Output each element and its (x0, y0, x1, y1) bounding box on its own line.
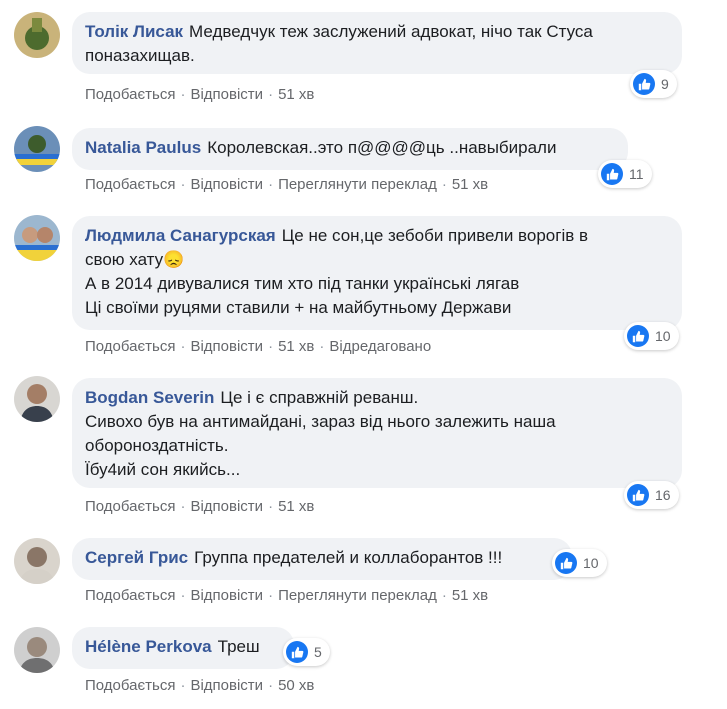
comment-author[interactable]: Людмила Санагурская (85, 226, 276, 245)
separator: · (268, 176, 274, 193)
comment-actions: Подобається · Відповісти · Переглянути перек… (85, 587, 488, 604)
thumbs-up-icon (601, 163, 623, 185)
thumbs-up-icon (627, 484, 649, 506)
timestamp[interactable]: 51 хв (278, 498, 314, 515)
avatar[interactable] (14, 126, 60, 172)
comment-author[interactable]: Natalia Paulus (85, 138, 201, 157)
thumbs-up-icon (627, 325, 649, 347)
comment-text: Треш (217, 637, 260, 656)
avatar[interactable] (14, 627, 60, 673)
see-translation-button[interactable]: Переглянути переклад (278, 176, 437, 193)
see-translation-button[interactable]: Переглянути переклад (278, 587, 437, 604)
thumbs-up-icon (555, 552, 577, 574)
comment-bubble: Толік Лисак Медведчук теж заслужений адво… (72, 12, 682, 74)
comment-list: Толік Лисак Медведчук теж заслужений адво… (0, 0, 727, 709)
comment-text: Це і є справжній реванш. (220, 388, 419, 407)
like-count: 10 (583, 555, 599, 571)
comment-text-line: А в 2014 дивувалися тим хто під танки ук… (85, 274, 520, 293)
separator: · (441, 176, 447, 193)
timestamp[interactable]: 51 хв (278, 338, 314, 355)
like-count: 16 (655, 487, 671, 503)
comment-actions: Подобається · Відповісти · 51 хв (85, 498, 314, 515)
reaction-count[interactable]: 10 (624, 322, 679, 350)
like-button[interactable]: Подобається (85, 338, 175, 355)
separator: · (268, 498, 274, 515)
timestamp[interactable]: 51 хв (452, 587, 488, 604)
reply-button[interactable]: Відповісти (190, 338, 263, 355)
comment-author[interactable]: Толік Лисак (85, 22, 183, 41)
comment-text: Це не сон,це зебоби привели ворогів в (281, 226, 589, 245)
avatar[interactable] (14, 538, 60, 584)
like-button[interactable]: Подобається (85, 498, 175, 515)
comment-bubble: Hélène Perkova Треш (72, 627, 294, 669)
thumbs-up-icon (286, 641, 308, 663)
avatar[interactable] (14, 376, 60, 422)
separator: · (180, 338, 186, 355)
like-button[interactable]: Подобається (85, 677, 175, 694)
like-button[interactable]: Подобається (85, 176, 175, 193)
like-count: 11 (629, 166, 644, 182)
comment-text-line: обороноздатність. (85, 436, 229, 455)
comment-text: Королевская..это п@@@@ць ..навыбирали (207, 138, 557, 157)
comment-actions: Подобається · Відповісти · 50 хв (85, 677, 314, 694)
comment-text-line: свою хату😞 (85, 250, 185, 269)
separator: · (268, 677, 274, 694)
reply-button[interactable]: Відповісти (190, 86, 263, 103)
comment-author[interactable]: Bogdan Severin (85, 388, 214, 407)
like-count: 5 (314, 644, 322, 660)
like-button[interactable]: Подобається (85, 587, 175, 604)
reaction-count[interactable]: 11 (598, 160, 652, 188)
comment-actions: Подобається · Відповісти · 51 хв · Відредагова… (85, 338, 431, 355)
comment-actions: Подобається · Відповісти · Переглянути перек… (85, 176, 488, 193)
comment-bubble: Bogdan Severin Це і є справжній реванш. С… (72, 378, 682, 488)
avatar[interactable] (14, 12, 60, 58)
comment-text-line: Сивохо був на антимайдані, зараз від ньо… (85, 412, 556, 431)
comment-actions: Подобається · Відповісти · 51 хв (85, 86, 314, 103)
reaction-count[interactable]: 9 (630, 70, 677, 98)
separator: · (268, 338, 274, 355)
comment-bubble: Natalia Paulus Королевская..это п@@@@ць .… (72, 128, 628, 170)
like-count: 10 (655, 328, 671, 344)
reaction-count[interactable]: 10 (552, 549, 607, 577)
separator: · (180, 86, 186, 103)
reply-button[interactable]: Відповісти (190, 677, 263, 694)
comment-text-line: Ці своїми руцями ставили + на майбутньом… (85, 298, 512, 317)
reply-button[interactable]: Відповісти (190, 176, 263, 193)
comment-bubble: Людмила Санагурская Це не сон,це зебоби п… (72, 216, 682, 330)
like-button[interactable]: Подобається (85, 86, 175, 103)
comment-author[interactable]: Сергей Грис (85, 548, 188, 567)
reply-button[interactable]: Відповісти (190, 498, 263, 515)
reaction-count[interactable]: 5 (283, 638, 330, 666)
thumbs-up-icon (633, 73, 655, 95)
like-count: 9 (661, 76, 669, 92)
separator: · (268, 86, 274, 103)
comment-bubble: Сергей Грис Группа предателей и коллабора… (72, 538, 572, 580)
reaction-count[interactable]: 16 (624, 481, 679, 509)
separator: · (180, 587, 186, 604)
reply-button[interactable]: Відповісти (190, 587, 263, 604)
separator: · (268, 587, 274, 604)
separator: · (180, 176, 186, 193)
separator: · (180, 677, 186, 694)
timestamp[interactable]: 51 хв (452, 176, 488, 193)
comment-text-line: Їбу4ий сон якийсь... (85, 460, 241, 479)
timestamp[interactable]: 51 хв (278, 86, 314, 103)
separator: · (180, 498, 186, 515)
comment-text: Группа предателей и коллаборантов !!! (194, 548, 503, 567)
timestamp[interactable]: 50 хв (278, 677, 314, 694)
avatar[interactable] (14, 215, 60, 261)
comment-text: Медведчук теж заслужений адвокат, нічо т… (189, 22, 593, 41)
comment-author[interactable]: Hélène Perkova (85, 637, 212, 656)
separator: · (441, 587, 447, 604)
comment-text-line: поназахищав. (85, 46, 195, 65)
separator: · (319, 338, 325, 355)
edited-label[interactable]: Відредаговано (329, 338, 431, 355)
